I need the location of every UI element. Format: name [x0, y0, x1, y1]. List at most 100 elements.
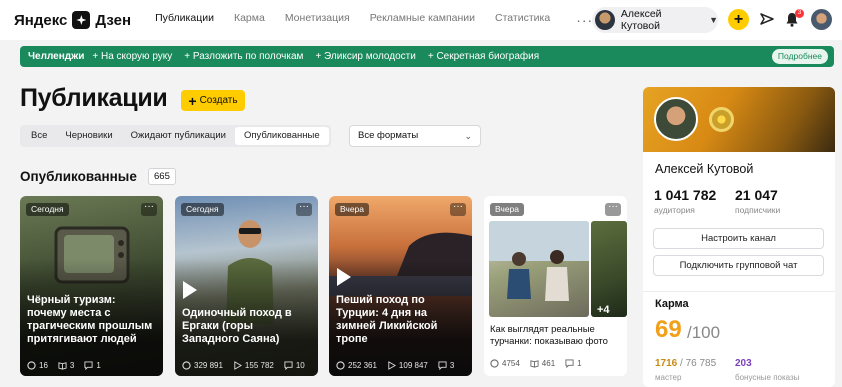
comments-stat: 3	[438, 361, 454, 370]
card-menu-icon[interactable]: ···	[450, 202, 466, 216]
challenge-item-elixir[interactable]: + Эликсир молодости	[315, 51, 415, 62]
card-date: Сегодня	[181, 203, 224, 216]
extra-photos-count: +4	[597, 304, 610, 316]
card-title: Как выглядят реальные турчанки: показыва…	[490, 324, 608, 347]
comment-icon	[565, 359, 574, 368]
play-icon[interactable]	[337, 268, 351, 286]
master-total: / 76 785	[680, 358, 717, 369]
card-photo-secondary	[591, 221, 627, 317]
filter-tab-all[interactable]: Все	[22, 127, 56, 145]
nav-link-karma[interactable]: Карма	[234, 12, 265, 28]
card-menu-icon[interactable]: ···	[605, 202, 621, 216]
setup-channel-button[interactable]: Настроить канал	[653, 228, 824, 249]
publication-card[interactable]: Вчера ··· Пеший поход по Турции: 4 дня н…	[329, 196, 472, 376]
subscribers-value: 21 047	[735, 187, 778, 203]
master-label: мастер	[655, 373, 682, 382]
reads-value: 461	[541, 359, 556, 368]
book-icon	[530, 360, 539, 368]
comment-icon	[284, 361, 293, 370]
challenge-bar: Челленджи + На скорую руку + Разложить п…	[20, 46, 834, 67]
karma-max: /100	[687, 323, 721, 342]
card-title: Чёрный туризм: почему места с трагически…	[27, 294, 153, 345]
challenge-item-quick[interactable]: + На скорую руку	[92, 51, 172, 62]
views-stat: 16	[27, 361, 48, 370]
add-button[interactable]: +	[728, 9, 749, 30]
plus-icon: +	[188, 92, 197, 109]
create-button[interactable]: + Создать	[181, 90, 245, 111]
views-value: 252 361	[348, 361, 377, 370]
views-stat: 329 891	[182, 361, 223, 370]
zen-star-icon	[72, 11, 91, 29]
views-stat: 4754	[490, 359, 520, 368]
create-button-label: Создать	[199, 95, 238, 106]
challenge-item-shelves[interactable]: + Разложить по полочкам	[184, 51, 303, 62]
comments-value: 1	[96, 361, 101, 370]
card-menu-icon[interactable]: ···	[141, 202, 157, 216]
card-stats: 16 3 1	[27, 361, 156, 370]
comment-icon	[84, 361, 93, 370]
bonus-label: бонусные показы	[735, 373, 800, 382]
group-chat-button[interactable]: Подключить групповой чат	[653, 255, 824, 276]
challenge-title: Челленджи	[28, 51, 85, 62]
reads-stat: 3	[58, 361, 74, 370]
user-avatar[interactable]	[811, 9, 832, 30]
format-select-value: Все форматы	[358, 130, 419, 141]
card-stats: 329 891 155 782 10	[182, 361, 311, 370]
comments-value: 3	[449, 361, 455, 370]
nav-link-monetization[interactable]: Монетизация	[285, 12, 350, 28]
channel-avatar[interactable]	[654, 97, 698, 141]
account-avatar	[595, 10, 615, 30]
chevron-down-icon: ▼	[709, 15, 718, 25]
divider	[643, 291, 835, 292]
format-select[interactable]: Все форматы ⌄	[349, 125, 481, 147]
filter-tab-published[interactable]: Опубликованные	[234, 127, 329, 145]
card-title: Одиночный поход в Ергаки (горы Западного…	[182, 307, 292, 345]
channel-name: Алексей Кутовой	[655, 162, 754, 176]
nav-link-ad-campaigns[interactable]: Рекламные кампании	[370, 12, 475, 28]
card-date: Вчера	[335, 203, 369, 216]
audience-value: 1 041 782	[654, 187, 717, 203]
published-count-badge: 665	[148, 168, 176, 185]
card-stats: 4754 461 1	[490, 359, 621, 368]
master-value: 1716	[655, 358, 678, 369]
publication-card[interactable]: Сегодня ··· Одиночный поход в Ергаки (го…	[175, 196, 318, 376]
page-title: Публикации	[20, 84, 168, 112]
comments-value: 1	[577, 359, 582, 368]
more-menu-icon[interactable]: ···	[576, 12, 593, 28]
challenge-item-biography[interactable]: + Секретная биография	[428, 51, 539, 62]
card-shade	[20, 196, 163, 376]
chevron-down-icon: ⌄	[464, 131, 472, 141]
eye-icon	[490, 359, 499, 368]
book-icon	[58, 362, 67, 370]
views-value: 16	[39, 361, 48, 370]
publication-card[interactable]: +4 Вчера ··· Как выглядят реальные турча…	[484, 196, 627, 376]
play-icon[interactable]	[183, 281, 197, 299]
nav-link-statistics[interactable]: Статистика	[495, 12, 550, 28]
comment-icon	[438, 361, 447, 370]
nav-link-publications[interactable]: Публикации	[155, 12, 214, 28]
card-date: Сегодня	[26, 203, 69, 216]
notification-badge: 3	[795, 9, 804, 18]
reads-value: 3	[69, 361, 75, 370]
comments-value: 10	[295, 361, 305, 370]
bonus-value: 203	[735, 358, 752, 369]
comments-stat: 1	[84, 361, 101, 370]
filter-tab-drafts[interactable]: Черновики	[56, 127, 121, 145]
karma-value: 69	[655, 316, 682, 343]
challenge-more-button[interactable]: Подробнее	[771, 49, 828, 64]
card-photo	[489, 221, 589, 317]
card-menu-icon[interactable]: ···	[296, 202, 312, 216]
comments-stat: 10	[284, 361, 305, 370]
nav-links: Публикации Карма Монетизация Рекламные к…	[155, 12, 593, 28]
master-stat: 1716 / 76 785	[655, 358, 716, 369]
play-outline-icon	[234, 361, 242, 370]
account-switcher[interactable]: Алексей Кутовой ▼	[592, 7, 718, 33]
couple-photo-icon	[489, 221, 589, 301]
channel-profile-panel: Алексей Кутовой 1 041 782 аудитория 21 0…	[643, 87, 835, 387]
card-date: Вчера	[490, 203, 524, 216]
filter-tab-pending[interactable]: Ожидают публикации	[122, 127, 235, 145]
send-icon[interactable]	[760, 12, 774, 26]
audience-label: аудитория	[654, 205, 695, 215]
logo[interactable]: Яндекс Дзен	[14, 11, 131, 29]
publication-card[interactable]: Сегодня ··· Чёрный туризм: почему места …	[20, 196, 163, 376]
